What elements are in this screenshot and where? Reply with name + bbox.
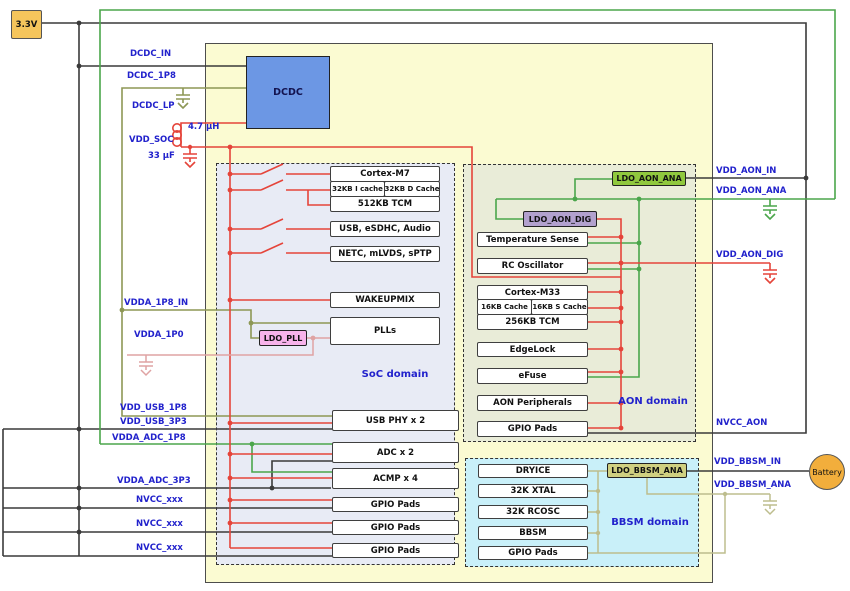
block-netc-mlvds-sptp: NETC, mLVDS, sPTP xyxy=(330,246,440,262)
pin-nvcc-1: NVCC_xxx xyxy=(136,495,183,505)
block-gpio-pads-aon: GPIO Pads xyxy=(477,421,588,437)
block-temperature-sense: Temperature Sense xyxy=(477,232,588,247)
block-cortex-m33: Cortex-M33 xyxy=(477,285,588,300)
block-rc-oscillator: RC Oscillator xyxy=(477,258,588,274)
pin-dcdc-in: DCDC_IN xyxy=(130,49,171,59)
ldo-bbsm-ana: LDO_BBSM_ANA xyxy=(607,463,687,478)
block-acmp: ACMP x 4 xyxy=(332,468,459,489)
power-architecture-diagram: 3.3V Battery DCDC Cortex-M7 32KB I cache… xyxy=(0,0,850,591)
block-16kb-s-cache: 16KB S Cache xyxy=(531,299,588,315)
block-cortex-m7: Cortex-M7 xyxy=(330,166,440,182)
pin-vdd-usb-1p8: VDD_USB_1P8 xyxy=(120,403,187,413)
ldo-aon-ana: LDO_AON_ANA xyxy=(612,171,686,186)
pin-vdda-1p8-in: VDDA_1P8_IN xyxy=(124,298,188,308)
block-gpio-pads-2: GPIO Pads xyxy=(332,520,459,535)
block-edgelock: EdgeLock xyxy=(477,342,588,357)
bbsm-domain-label: BBSM domain xyxy=(605,517,695,528)
block-usb-esdhc-audio: USB, eSDHC, Audio xyxy=(330,221,440,237)
pin-vdd-bbsm-ana: VDD_BBSM_ANA xyxy=(714,480,791,490)
block-gpio-pads-3: GPIO Pads xyxy=(332,543,459,558)
pin-vdda-adc-1p8: VDDA_ADC_1P8 xyxy=(112,433,186,443)
block-adc: ADC x 2 xyxy=(332,442,459,463)
junctions-pink xyxy=(311,336,316,341)
ldo-aon-dig: LDO_AON_DIG xyxy=(523,211,597,227)
wires-analog-1p8 xyxy=(100,10,835,472)
block-gpio-pads-1: GPIO Pads xyxy=(332,497,459,512)
pin-vdd-usb-3p3: VDD_USB_3P3 xyxy=(120,417,187,427)
pin-nvcc-aon: NVCC_AON xyxy=(716,418,767,428)
block-32k-xtal: 32K XTAL xyxy=(478,484,588,498)
block-aon-peripherals: AON Peripherals xyxy=(477,395,588,411)
battery: Battery xyxy=(809,454,845,490)
block-32k-rcosc: 32K RCOSC xyxy=(478,505,588,519)
pin-vdd-soc: VDD_SOC xyxy=(129,135,174,145)
block-gpio-pads-bbsm: GPIO Pads xyxy=(478,546,588,560)
block-dryice: DRYICE xyxy=(478,464,588,478)
block-usb-phy: USB PHY x 2 xyxy=(332,410,459,431)
pin-dcdc-lp: DCDC_LP xyxy=(132,101,174,111)
block-wakeupmix: WAKEUPMIX xyxy=(330,292,440,308)
block-512kb-tcm: 512KB TCM xyxy=(330,196,440,212)
block-icache: 32KB I cache xyxy=(330,181,385,197)
pin-vdd-bbsm-in: VDD_BBSM_IN xyxy=(714,457,781,467)
block-efuse: eFuse xyxy=(477,368,588,384)
pin-nvcc-2: NVCC_xxx xyxy=(136,519,183,529)
dcdc-block: DCDC xyxy=(246,56,330,129)
block-plls: PLLs xyxy=(330,317,440,345)
soc-domain-label: SoC domain xyxy=(345,369,445,380)
ldo-pll: LDO_PLL xyxy=(259,330,307,346)
aon-domain-label: AON domain xyxy=(613,396,693,407)
pin-vdd-aon-ana: VDD_AON_ANA xyxy=(716,186,786,196)
junctions-khaki xyxy=(596,489,727,535)
block-256kb-tcm: 256KB TCM xyxy=(477,314,588,330)
block-16kb-cache: 16KB Cache xyxy=(477,299,532,315)
block-dcache: 32KB D Cache xyxy=(384,181,440,197)
pin-nvcc-3: NVCC_xxx xyxy=(136,543,183,553)
pin-vdda-adc-3p3: VDDA_ADC_3P3 xyxy=(117,476,191,486)
block-bbsm: BBSM xyxy=(478,526,588,540)
supply-3v3: 3.3V xyxy=(11,10,42,39)
pin-vdda-1p0: VDDA_1P0 xyxy=(134,330,184,340)
pin-dcdc-1p8: DCDC_1P8 xyxy=(127,71,176,81)
bulk-cap-label: 33 µF xyxy=(148,151,175,161)
inductor-label: 4.7 µH xyxy=(188,122,219,132)
pin-vdd-aon-in: VDD_AON_IN xyxy=(716,166,776,176)
pin-vdd-aon-dig: VDD_AON_DIG xyxy=(716,250,783,260)
